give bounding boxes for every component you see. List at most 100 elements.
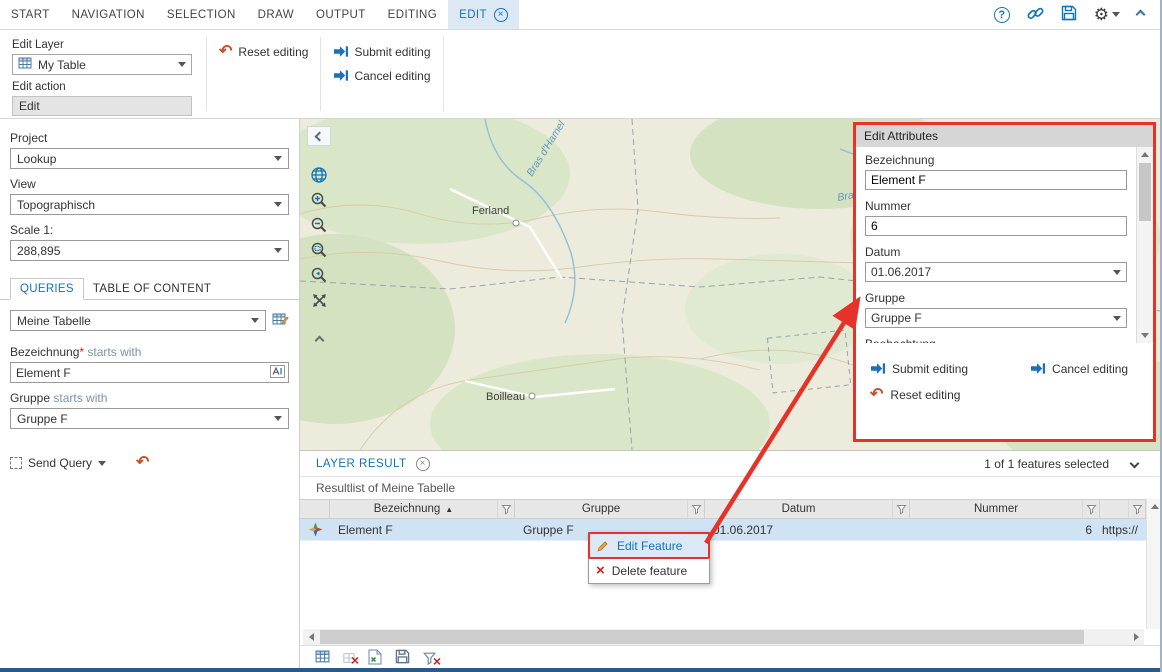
header-gruppe[interactable]: Gruppe (515, 500, 705, 518)
full-extent-icon[interactable] (307, 289, 331, 311)
project-value: Lookup (17, 152, 270, 166)
layer-result-tab[interactable]: LAYER RESULT (316, 458, 407, 470)
clear-filter-icon[interactable]: × (423, 652, 436, 665)
map-label-boilleau: Boilleau (486, 391, 525, 403)
result-row-selected[interactable]: Element F Gruppe F 01.06.2017 6 https:// (300, 519, 1146, 541)
edit-layer-select[interactable]: My Table (12, 54, 192, 75)
panel-cancel-editing-button[interactable]: Cancel editing (1030, 361, 1128, 376)
collapse-sidebar-icon[interactable] (307, 126, 331, 146)
cell-datum: 01.06.2017 (705, 523, 910, 537)
tab-start[interactable]: START (0, 0, 61, 29)
cancel-editing-button[interactable]: Cancel editing (333, 68, 430, 83)
required-mark: * (79, 345, 84, 359)
attr-datum-select[interactable]: 01.06.2017 (865, 262, 1127, 282)
panel-submit-editing-button[interactable]: Submit editing (870, 361, 968, 376)
remove-result-icon[interactable]: × (343, 652, 355, 664)
scroll-down-icon[interactable] (1137, 328, 1153, 343)
edit-attributes-form: Bezeichnung Nummer Datum 01.06.2017 Grup… (856, 147, 1136, 343)
chevron-down-icon (274, 156, 282, 161)
delete-feature-label: Delete feature (612, 564, 687, 578)
filter-icon[interactable] (892, 500, 909, 518)
edit-layer-label: Edit Layer (12, 39, 194, 51)
panel-reset-editing-button[interactable]: ↶ Reset editing (870, 387, 960, 403)
query-layer-value: Meine Tabelle (17, 314, 247, 328)
edit-panel-scrollbar[interactable] (1136, 147, 1153, 343)
scroll-right-icon[interactable] (1128, 629, 1144, 645)
header-datum-label: Datum (782, 503, 816, 515)
save-result-icon[interactable] (395, 649, 410, 667)
zoom-in-icon[interactable] (307, 189, 331, 211)
tab-queries[interactable]: QUERIES (10, 278, 84, 300)
menu-item-delete-feature[interactable]: × Delete feature (589, 558, 709, 583)
field-gruppe-operator[interactable]: starts with (53, 391, 107, 405)
project-select[interactable]: Lookup (10, 148, 289, 169)
scroll-left-icon[interactable] (303, 629, 319, 645)
tab-label: EDITING (388, 9, 437, 21)
filter-icon[interactable] (1082, 500, 1099, 518)
result-grid: Bezeichnung▲ Gruppe Datum Nummer (300, 499, 1146, 541)
save-icon[interactable] (1061, 5, 1077, 24)
reset-query-icon[interactable]: ↶ (136, 455, 149, 471)
filter-icon[interactable] (687, 500, 704, 518)
scale-label: Scale 1: (10, 223, 289, 237)
cancel-arrow-icon (1030, 361, 1045, 376)
query-table-edit-icon[interactable] (272, 311, 289, 330)
zoom-out-icon[interactable] (307, 214, 331, 236)
link-icon[interactable] (1027, 5, 1044, 25)
query-layer-select[interactable]: Meine Tabelle (10, 310, 266, 331)
attr-bezeichnung-input[interactable] (871, 173, 1121, 187)
export-excel-icon[interactable] (368, 649, 382, 668)
result-tabbar: LAYER RESULT × 1 of 1 features selected (300, 451, 1162, 477)
close-tab-icon[interactable]: × (494, 8, 508, 22)
header-bezeichnung-label: Bezeichnung (374, 503, 441, 515)
zoom-previous-icon[interactable] (307, 264, 331, 286)
chevron-down-icon (178, 62, 186, 67)
edit-attributes-title: Edit Attributes (856, 125, 1153, 147)
scrollbar-thumb[interactable] (320, 630, 1084, 644)
field-bezeichnung-operator[interactable]: starts with (87, 345, 141, 359)
attr-nummer-input[interactable] (871, 219, 1121, 233)
undo-arrow-icon: ↶ (219, 44, 232, 60)
settings-icon[interactable]: ⚙ (1094, 6, 1120, 23)
tab-selection[interactable]: SELECTION (156, 0, 247, 29)
scroll-up-icon[interactable] (1137, 147, 1153, 162)
cancel-editing-label: Cancel editing (354, 69, 430, 83)
collapse-ribbon-icon[interactable] (1136, 10, 1146, 20)
result-horizontal-scrollbar[interactable] (303, 629, 1144, 645)
reset-editing-button[interactable]: ↶ Reset editing (219, 44, 308, 60)
header-url-column[interactable] (1100, 500, 1146, 518)
tab-output[interactable]: OUTPUT (305, 0, 377, 29)
attr-gruppe-select[interactable]: Gruppe F (865, 308, 1127, 328)
tab-draw[interactable]: DRAW (247, 0, 305, 29)
input-assist-icon[interactable] (270, 365, 285, 381)
result-toolbar: × × (300, 645, 1162, 670)
show-table-icon[interactable] (315, 649, 330, 667)
close-result-icon[interactable]: × (416, 457, 430, 471)
tab-edit-active[interactable]: EDIT × (448, 0, 519, 29)
filter-icon[interactable] (497, 500, 514, 518)
filter-icon[interactable] (1128, 500, 1145, 518)
zoom-window-icon[interactable] (307, 239, 331, 261)
field-bezeichnung-input[interactable] (16, 366, 266, 380)
submit-editing-button[interactable]: Submit editing (333, 44, 430, 59)
cell-bezeichnung: Element F (330, 523, 515, 537)
collapse-toolbar-icon[interactable] (307, 329, 331, 351)
view-select[interactable]: Topographisch (10, 194, 289, 215)
header-nummer[interactable]: Nummer (910, 500, 1100, 518)
collapse-result-icon[interactable] (1130, 459, 1140, 469)
tab-editing[interactable]: EDITING (377, 0, 448, 29)
scrollbar-thumb[interactable] (1139, 163, 1151, 221)
menu-item-edit-feature[interactable]: Edit Feature (589, 533, 709, 558)
tab-table-of-content[interactable]: TABLE OF CONTENT (84, 279, 220, 299)
help-icon[interactable]: ? (994, 7, 1010, 23)
scrollbar-track[interactable] (319, 629, 1128, 645)
send-query-button[interactable]: Send Query (10, 456, 106, 470)
tab-navigation[interactable]: NAVIGATION (61, 0, 156, 29)
edit-feature-label: Edit Feature (617, 539, 682, 553)
header-bezeichnung[interactable]: Bezeichnung▲ (330, 500, 515, 518)
globe-icon[interactable] (307, 164, 331, 186)
header-datum[interactable]: Datum (705, 500, 910, 518)
tab-label: START (11, 9, 50, 21)
scale-select[interactable]: 288,895 (10, 240, 289, 261)
field-gruppe-select[interactable]: Gruppe F (10, 408, 289, 429)
